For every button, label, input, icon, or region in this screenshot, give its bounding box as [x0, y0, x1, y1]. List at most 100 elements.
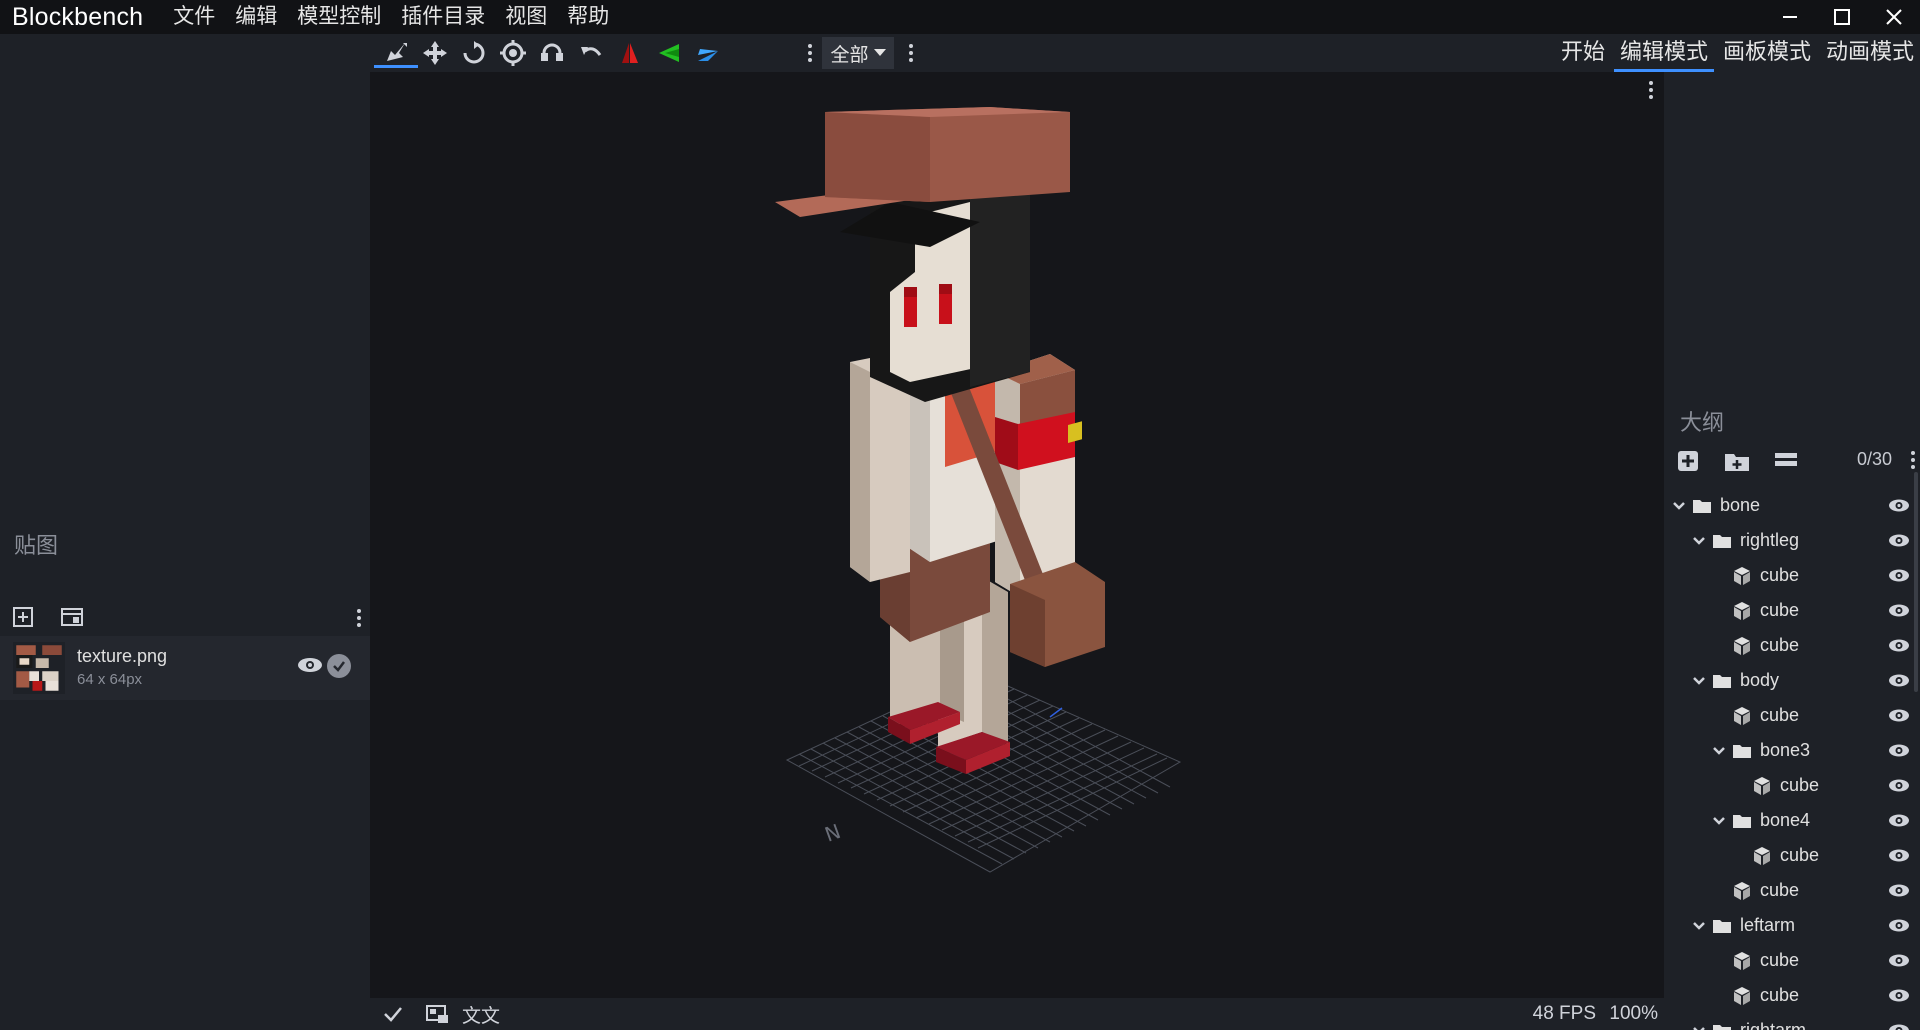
- outliner-cube-row[interactable]: cube: [1664, 768, 1920, 803]
- chevron-down-icon[interactable]: [1692, 676, 1706, 686]
- visibility-eye-icon[interactable]: [297, 656, 323, 674]
- outliner-cube-row[interactable]: cube: [1664, 943, 1920, 978]
- pivot-tool-button[interactable]: [491, 38, 535, 68]
- menu-plugins[interactable]: 插件目录: [391, 0, 495, 34]
- mirror-z-button[interactable]: [686, 38, 730, 68]
- screenshot-icon[interactable]: [424, 1003, 450, 1025]
- visibility-eye-icon[interactable]: [1888, 848, 1910, 863]
- visibility-eye-icon[interactable]: [1888, 638, 1910, 653]
- window-controls: [1764, 0, 1920, 34]
- status-bar: 文文 48 FPS 100%: [370, 998, 1664, 1030]
- 3d-viewport[interactable]: N: [370, 72, 1664, 998]
- selection-mode-select[interactable]: 全部: [822, 37, 894, 69]
- menu-help[interactable]: 帮助: [557, 0, 619, 34]
- texture-menu-icon[interactable]: [356, 608, 362, 628]
- tab-paint[interactable]: 画板模式: [1717, 34, 1817, 72]
- texture-item[interactable]: texture.png 64 x 64px: [0, 636, 370, 700]
- mirror-y-icon: [659, 44, 679, 62]
- tab-start[interactable]: 开始: [1555, 34, 1611, 72]
- outliner-item-label: cube: [1760, 880, 1800, 900]
- visibility-eye-icon[interactable]: [1888, 1023, 1910, 1030]
- title-bar: Blockbench 文件 编辑 模型控制 插件目录 视图 帮助: [0, 0, 1920, 34]
- mirror-x-button[interactable]: [608, 38, 652, 68]
- outliner-cube-row[interactable]: cube: [1664, 593, 1920, 628]
- outliner-group-row[interactable]: body: [1664, 663, 1920, 698]
- add-cube-icon[interactable]: [1676, 449, 1700, 473]
- mirror-y-button[interactable]: [647, 38, 691, 68]
- toolbar-more-icon[interactable]: [807, 43, 813, 63]
- visibility-eye-icon[interactable]: [1888, 673, 1910, 688]
- outliner-menu-icon[interactable]: [1910, 450, 1916, 470]
- rotate-tool-button[interactable]: [452, 38, 496, 68]
- check-icon[interactable]: [382, 1003, 404, 1025]
- texture-thumbnail: [13, 642, 65, 694]
- menu-model[interactable]: 模型控制: [287, 0, 391, 34]
- outliner-group-row[interactable]: bone4: [1664, 803, 1920, 838]
- visibility-eye-icon[interactable]: [1888, 498, 1910, 513]
- chevron-down-icon[interactable]: [1712, 746, 1726, 756]
- menu-edit[interactable]: 编辑: [225, 0, 287, 34]
- maximize-button[interactable]: [1816, 0, 1868, 34]
- visibility-eye-icon[interactable]: [1888, 953, 1910, 968]
- import-texture-icon[interactable]: [60, 604, 84, 628]
- visibility-eye-icon[interactable]: [1888, 883, 1910, 898]
- outliner-cube-row[interactable]: cube: [1664, 558, 1920, 593]
- collapse-all-icon[interactable]: [1774, 451, 1798, 471]
- outliner-item-label: body: [1740, 670, 1780, 690]
- folder-icon: [1733, 744, 1751, 758]
- texture-size: 64 x 64px: [77, 671, 143, 688]
- add-group-icon[interactable]: [1724, 450, 1750, 472]
- chevron-down-icon: [873, 49, 886, 56]
- chevron-down-icon[interactable]: [1712, 816, 1726, 826]
- folder-icon: [1713, 534, 1731, 548]
- outliner-cube-row[interactable]: cube: [1664, 873, 1920, 908]
- outliner-group-row[interactable]: bone3: [1664, 733, 1920, 768]
- outliner-group-row[interactable]: bone: [1664, 488, 1920, 523]
- outliner-cube-row[interactable]: cube: [1664, 698, 1920, 733]
- outliner-group-row[interactable]: rightarm: [1664, 1013, 1920, 1030]
- selection-mode-label: 全部: [830, 44, 869, 66]
- move-tool-button[interactable]: [374, 38, 418, 68]
- add-texture-icon[interactable]: [12, 604, 36, 628]
- rotate-icon: [463, 41, 485, 64]
- minimize-button[interactable]: [1764, 0, 1816, 34]
- visibility-eye-icon[interactable]: [1888, 918, 1910, 933]
- visibility-eye-icon[interactable]: [1888, 603, 1910, 618]
- visibility-eye-icon[interactable]: [1888, 813, 1910, 828]
- vertex-snap-button[interactable]: [530, 38, 574, 68]
- visibility-eye-icon[interactable]: [1888, 708, 1910, 723]
- toolbar-more-icon-2[interactable]: [908, 43, 914, 63]
- cube-icon: [1734, 986, 1750, 1005]
- chevron-down-icon[interactable]: [1692, 536, 1706, 546]
- outliner-item-label: rightarm: [1740, 1020, 1807, 1030]
- outliner-count: 0/30: [1857, 449, 1893, 469]
- tab-edit[interactable]: 编辑模式: [1613, 34, 1714, 72]
- visibility-eye-icon[interactable]: [1888, 988, 1910, 1003]
- undo-button[interactable]: [569, 38, 613, 68]
- chevron-down-icon[interactable]: [1692, 921, 1706, 931]
- outliner-item-label: cube: [1760, 705, 1800, 725]
- visibility-eye-icon[interactable]: [1888, 533, 1910, 548]
- visibility-eye-icon[interactable]: [1888, 743, 1910, 758]
- outliner-cube-row[interactable]: cube: [1664, 978, 1920, 1013]
- outliner-group-row[interactable]: rightleg: [1664, 523, 1920, 558]
- menu-view[interactable]: 视图: [495, 0, 557, 34]
- tab-animate[interactable]: 动画模式: [1820, 34, 1920, 72]
- visibility-eye-icon[interactable]: [1888, 568, 1910, 583]
- chevron-down-icon[interactable]: [1672, 501, 1686, 511]
- outliner-item-label: leftarm: [1740, 915, 1796, 935]
- visibility-eye-icon[interactable]: [1888, 778, 1910, 793]
- outliner-group-row[interactable]: leftarm: [1664, 908, 1920, 943]
- texture-applied-check[interactable]: [327, 654, 351, 678]
- outliner-scrollbar[interactable]: [1914, 472, 1918, 692]
- minimize-icon: [1783, 16, 1797, 18]
- close-button[interactable]: [1868, 0, 1920, 34]
- cube-icon: [1734, 706, 1750, 725]
- chevron-down-icon[interactable]: [1692, 1026, 1706, 1030]
- cube-icon: [1734, 566, 1750, 585]
- outliner-cube-row[interactable]: cube: [1664, 628, 1920, 663]
- translate-tool-button[interactable]: [413, 38, 457, 68]
- menu-file[interactable]: 文件: [163, 0, 225, 34]
- outliner-item-label: cube: [1760, 600, 1800, 620]
- outliner-cube-row[interactable]: cube: [1664, 838, 1920, 873]
